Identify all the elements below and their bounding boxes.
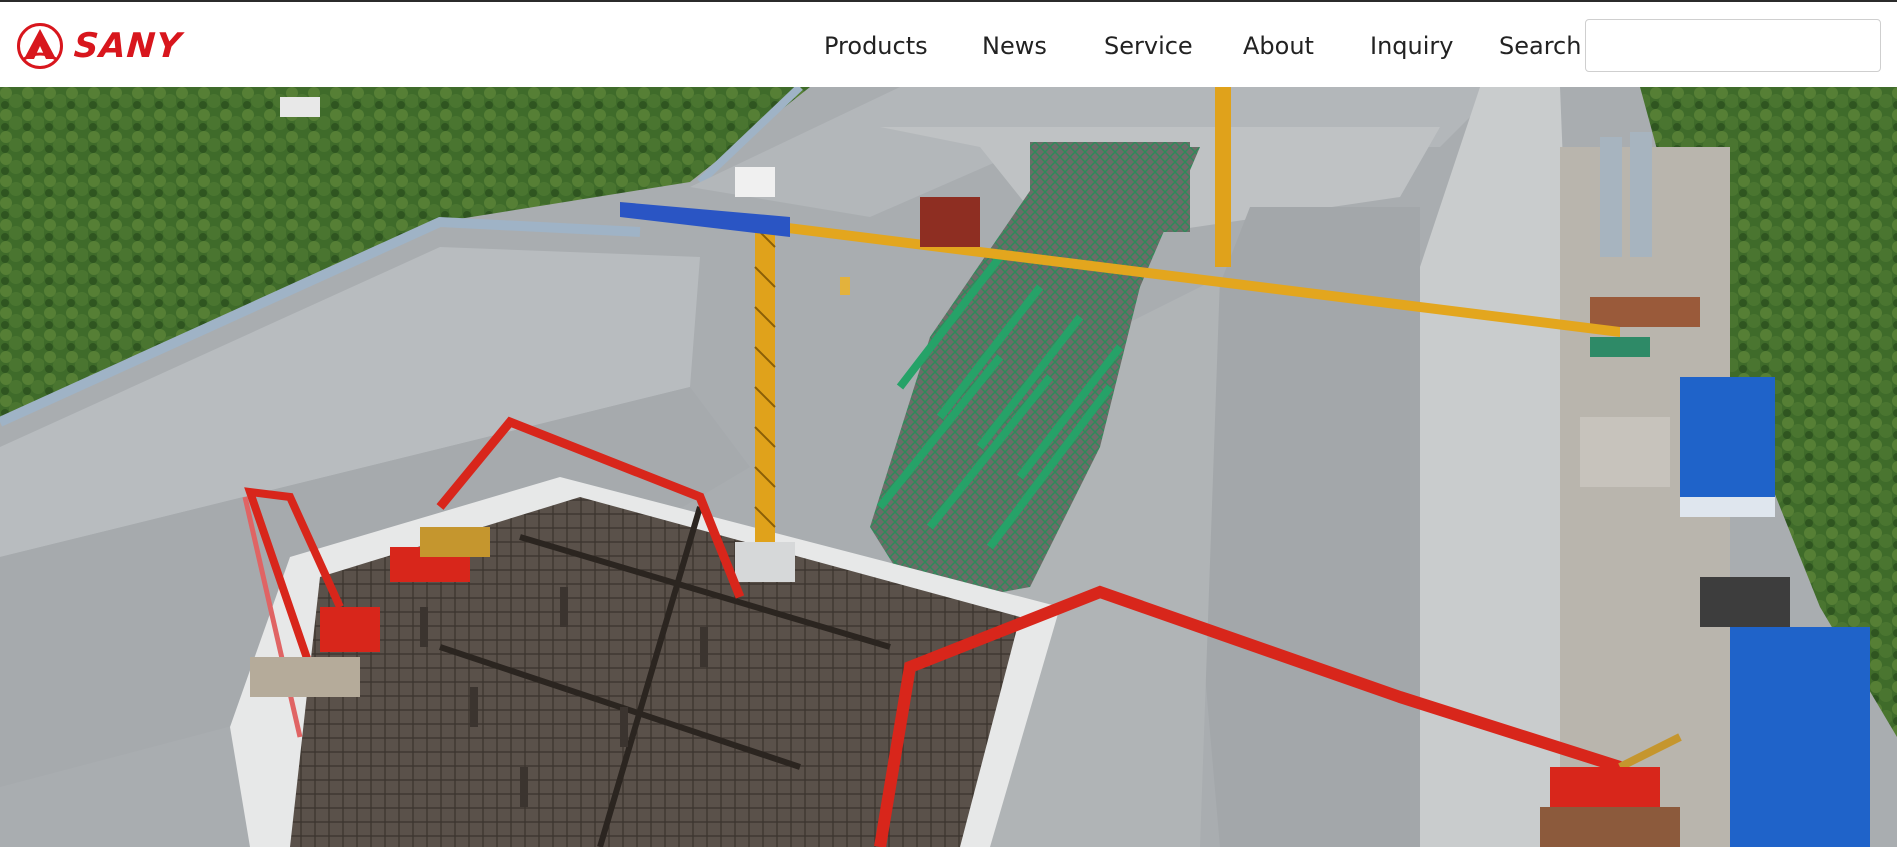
- site-header: SANY Products News Service About Inquiry…: [0, 2, 1897, 87]
- nav-service[interactable]: Service: [1104, 32, 1193, 60]
- hero-construction-image: [0, 87, 1897, 847]
- search-label: Search: [1499, 32, 1582, 60]
- search-input[interactable]: [1585, 19, 1881, 72]
- nav-about[interactable]: About: [1243, 32, 1314, 60]
- nav-news[interactable]: News: [982, 32, 1047, 60]
- hero-banner: [0, 87, 1897, 847]
- main-nav: Products News Service About Inquiry Sear…: [0, 2, 1897, 87]
- nav-products[interactable]: Products: [824, 32, 928, 60]
- nav-inquiry[interactable]: Inquiry: [1370, 32, 1453, 60]
